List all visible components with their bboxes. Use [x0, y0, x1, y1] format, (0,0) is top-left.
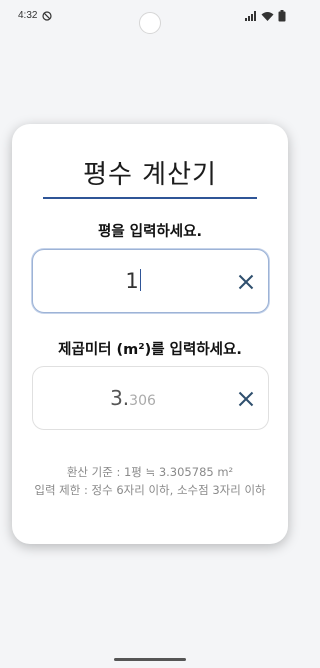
conversion-note: 환산 기준 : 1평 ≒ 3.305785 m²	[66, 465, 234, 479]
sqm-label: 제곱미터 (m²)를 입력하세요.	[58, 342, 242, 358]
close-icon	[238, 391, 254, 407]
battery-icon	[278, 10, 286, 22]
status-time: 4:32	[18, 10, 38, 21]
sqm-input-value[interactable]: 3.306	[33, 386, 233, 410]
front-camera	[139, 12, 161, 34]
title-underline	[43, 197, 257, 199]
sqm-value-main: 3.	[110, 386, 130, 410]
sqm-value-decimals: 306	[129, 393, 156, 409]
sqm-clear-button[interactable]	[234, 387, 258, 411]
sqm-input[interactable]: 3.306	[32, 366, 269, 430]
signal-icon	[245, 11, 256, 21]
pyeong-label: 평을 입력하세요.	[98, 224, 202, 240]
wifi-icon	[261, 12, 274, 21]
pyeong-value-text: 1	[125, 269, 139, 293]
pyeong-input[interactable]: 1	[32, 249, 269, 313]
pyeong-input-value[interactable]: 1	[33, 269, 233, 293]
app-title: 평수 계산기	[83, 160, 217, 190]
text-cursor	[139, 269, 141, 291]
close-icon	[238, 274, 254, 290]
status-icons	[245, 10, 286, 22]
pyeong-clear-button[interactable]	[234, 270, 258, 294]
status-bar: 4:32	[0, 0, 300, 34]
home-indicator[interactable]	[114, 658, 186, 661]
do-not-disturb-icon	[42, 11, 52, 21]
input-limit-note: 입력 제한 : 정수 6자리 이하, 소수점 3자리 이하	[34, 483, 266, 497]
calculator-card: 평수 계산기 평을 입력하세요. 1 제곱미터 (m²)를 입력하세요. 3.3…	[12, 124, 288, 544]
